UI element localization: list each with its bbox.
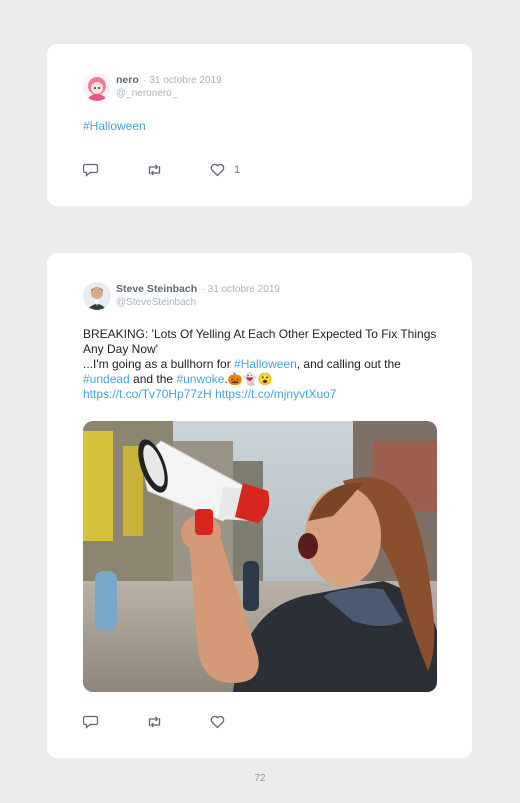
like-icon (210, 163, 225, 177)
like-count: 1 (234, 163, 241, 176)
reply-button[interactable] (83, 714, 99, 729)
avatar[interactable] (83, 73, 111, 101)
like-button[interactable]: 1 (210, 163, 240, 177)
like-icon (210, 715, 225, 729)
hashtag[interactable]: #unwoke (176, 372, 224, 386)
tweet-photo[interactable] (83, 421, 437, 692)
like-button[interactable] (210, 715, 225, 729)
tweet-text: #Halloween (83, 119, 443, 134)
tweet-date: · 31 octobre 2019 (201, 284, 280, 295)
tweet-line-2: ...I'm going as a bullhorn for #Hallowee… (83, 357, 443, 372)
author-name[interactable]: Steve Steinbach (116, 283, 197, 295)
tweet-line-1: BREAKING: 'Lots Of Yelling At Each Other… (83, 327, 437, 356)
retweet-button[interactable] (146, 715, 163, 729)
text-segment: and the (129, 372, 177, 386)
tweet-actions: 1 (83, 162, 287, 177)
retweet-button[interactable] (146, 163, 163, 177)
reply-button[interactable] (83, 162, 99, 177)
author-name[interactable]: nero (116, 74, 139, 86)
tweet-header: nero · 31 octobre 2019 @_neronero_ (83, 72, 222, 101)
tweet-card-1: nero · 31 octobre 2019 @_neronero_ #Hall… (47, 44, 472, 206)
retweet-icon (146, 163, 163, 177)
avatar[interactable] (83, 282, 111, 310)
tweet-card-2: Steve Steinbach · 31 octobre 2019 @Steve… (47, 253, 472, 758)
tweet-date: · 31 octobre 2019 (143, 75, 222, 86)
author-handle[interactable]: @_neronero_ (116, 87, 222, 100)
tweet-line-3: #undead and the #unwoke.🎃👻😮 (83, 372, 443, 387)
hashtag[interactable]: #Halloween (234, 357, 297, 371)
text-segment: ...I'm going as a bullhorn for (83, 357, 235, 371)
tweet-text: BREAKING: 'Lots Of Yelling At Each Other… (83, 327, 443, 402)
link[interactable]: https://t.co/Tv70Hp77zH (83, 387, 212, 401)
tweet-actions (83, 714, 272, 729)
retweet-icon (146, 715, 163, 729)
page-number: 72 (254, 773, 266, 784)
link[interactable]: https://t.co/mjnyvtXuo7 (215, 387, 336, 401)
text-segment: , and calling out the (296, 357, 401, 371)
tweet-links: https://t.co/Tv70Hp77zH https://t.co/mjn… (83, 387, 443, 402)
emoji-segment: .🎃👻😮 (224, 372, 273, 386)
reply-icon (83, 714, 99, 729)
reply-icon (83, 162, 99, 177)
tweet-header: Steve Steinbach · 31 octobre 2019 @Steve… (83, 281, 280, 310)
author-handle[interactable]: @SteveSteinbach (116, 296, 280, 309)
hashtag[interactable]: #undead (83, 372, 130, 386)
hashtag[interactable]: #Halloween (83, 119, 146, 133)
